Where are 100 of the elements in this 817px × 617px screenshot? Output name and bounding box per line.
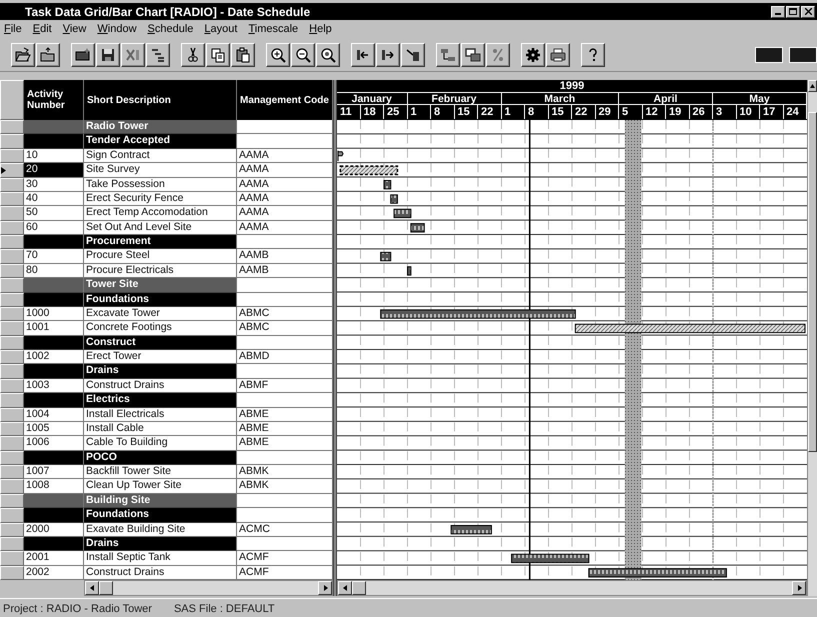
scroll-left-button[interactable]	[338, 581, 352, 595]
table-cell: AAMA	[237, 192, 333, 206]
activity-number-cell: 20	[24, 163, 84, 178]
week-label: 12	[642, 105, 666, 119]
scroll-thumb[interactable]	[99, 581, 113, 595]
maximize-button[interactable]	[786, 6, 800, 18]
month-label: April	[619, 93, 713, 105]
scroll-left-button[interactable]	[85, 581, 99, 595]
scroll-thumb[interactable]	[352, 581, 366, 595]
menu-item[interactable]: Layout	[204, 23, 238, 35]
scroll-right-button[interactable]	[318, 581, 332, 595]
menu-item[interactable]: View	[62, 23, 86, 35]
table-cell: AAMA	[237, 163, 333, 178]
table-cell: AAMA	[237, 148, 333, 164]
row-selector[interactable]	[0, 163, 24, 178]
zoom-in-button[interactable]	[266, 42, 290, 66]
table-cell: Install Cable	[84, 422, 237, 436]
menu-item[interactable]: Schedule	[148, 23, 194, 35]
week-label: 25	[384, 105, 408, 119]
menu-item[interactable]: Edit	[32, 23, 52, 35]
percent-button[interactable]	[486, 42, 510, 66]
activity-number-cell: 1006	[24, 436, 84, 451]
table-cell: Erect Temp Accomodation	[84, 206, 237, 221]
table-cell: Erect Security Fence	[84, 192, 237, 206]
group-band	[24, 292, 84, 307]
table-cell: ABME	[237, 408, 333, 422]
week-label: 1	[502, 105, 525, 119]
end-button[interactable]	[376, 42, 400, 66]
print-button[interactable]	[546, 42, 570, 66]
month-label: March	[502, 93, 619, 105]
steps-button[interactable]	[146, 42, 170, 66]
save-button[interactable]	[96, 42, 120, 66]
group-heading: Tower Site	[84, 278, 237, 292]
group-heading: Foundations	[84, 508, 237, 522]
windows-button[interactable]	[461, 42, 485, 66]
table-cell: Set Out And Level Site	[84, 220, 237, 235]
table-cell: ABMC	[237, 321, 333, 336]
percent-icon	[490, 46, 506, 62]
column-header[interactable]: Management Code	[237, 80, 333, 120]
menu-item[interactable]: Window	[97, 23, 137, 35]
table-cell: ACMC	[237, 522, 333, 537]
arrow-left-icon	[342, 585, 348, 591]
zoom-out-button[interactable]	[291, 42, 315, 66]
delete-button[interactable]	[121, 42, 145, 66]
zoom-button[interactable]	[316, 42, 340, 66]
group-band	[24, 508, 84, 522]
group-heading: Construct	[84, 336, 237, 350]
table-cell: AAMB	[237, 264, 333, 278]
vertical-scrollbar[interactable]	[807, 80, 817, 596]
arrow-right-icon	[796, 585, 802, 591]
help-button[interactable]	[581, 42, 605, 66]
chart-scrollbar[interactable]	[337, 580, 807, 596]
gear-button[interactable]	[521, 42, 545, 66]
open-button[interactable]	[11, 42, 35, 66]
minimize-button[interactable]	[771, 6, 785, 18]
table-cell: AAMA	[237, 220, 333, 235]
table-cell: AAMB	[237, 249, 333, 264]
activity-number-cell: 1008	[24, 479, 84, 494]
new-button[interactable]	[71, 42, 95, 66]
table-cell: Excavate Tower	[84, 306, 237, 322]
arrow-button[interactable]	[401, 42, 425, 66]
zoom-icon	[320, 46, 336, 62]
menu-item[interactable]: Help	[309, 23, 332, 35]
menu-item[interactable]: File	[4, 23, 22, 35]
activity-number-cell: 1005	[24, 422, 84, 436]
group-heading: Procurement	[84, 235, 237, 250]
table-cell: Install Electricals	[84, 408, 237, 422]
group-band	[24, 235, 84, 250]
link-button[interactable]	[436, 42, 460, 66]
folder-arrow-icon	[40, 46, 56, 62]
activity-number-cell: 1007	[24, 465, 84, 480]
column-header[interactable]: Activity Number	[24, 80, 84, 120]
table-scrollbar[interactable]	[84, 580, 333, 596]
close-button[interactable]	[801, 6, 815, 18]
activity-number-cell: 1004	[24, 408, 84, 422]
scroll-thumb[interactable]	[808, 112, 817, 452]
folder-button[interactable]	[36, 42, 60, 66]
scroll-right-button[interactable]	[792, 581, 806, 595]
arrow-right-icon	[322, 585, 328, 591]
cut-button[interactable]	[181, 42, 205, 66]
copy-icon	[210, 46, 226, 62]
week-label: 11	[337, 105, 360, 119]
group-heading: Building Site	[84, 494, 237, 508]
paste-button[interactable]	[231, 42, 255, 66]
column-header[interactable]: Short Description	[84, 80, 237, 120]
week-label: 1	[408, 105, 431, 119]
swatch[interactable]	[789, 46, 817, 62]
table-cell: Sign Contract	[84, 148, 237, 164]
group-heading: Radio Tower	[84, 120, 237, 134]
week-label: 5	[619, 105, 642, 119]
copy-button[interactable]	[206, 42, 230, 66]
group-band	[24, 134, 84, 149]
year-label: 1999	[337, 80, 807, 93]
menu-item[interactable]: Timescale	[248, 23, 298, 35]
start-button[interactable]	[351, 42, 375, 66]
scroll-up-button[interactable]	[808, 80, 817, 92]
swatch[interactable]	[755, 46, 783, 62]
zoom-in-icon	[270, 46, 286, 62]
activity-number-cell: 2002	[24, 566, 84, 580]
status-text: SAS File : DEFAULT	[174, 602, 275, 614]
